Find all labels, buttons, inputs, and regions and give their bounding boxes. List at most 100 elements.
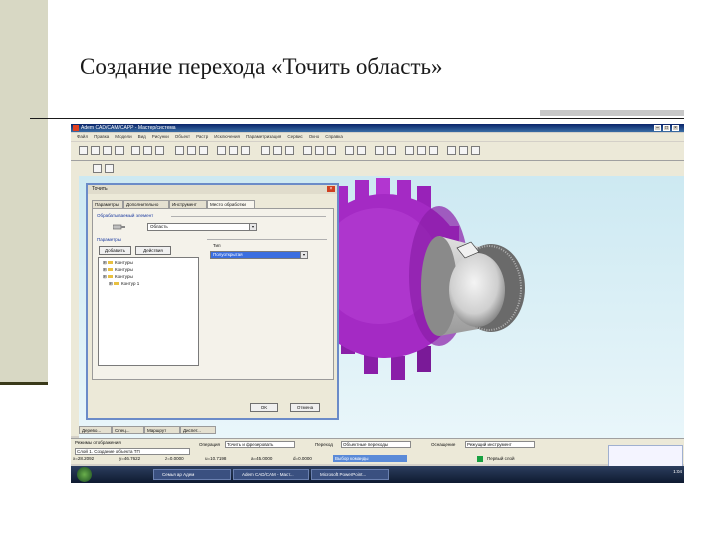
wireframe-icon[interactable] bbox=[357, 146, 366, 155]
menu-item[interactable]: Параметризация bbox=[246, 134, 281, 139]
dialog-title: Точить bbox=[92, 186, 108, 192]
tree-item[interactable]: ⊞ Контуры bbox=[103, 274, 133, 280]
layers-icon[interactable] bbox=[217, 146, 226, 155]
start-button[interactable] bbox=[77, 467, 92, 482]
close-button[interactable]: × bbox=[672, 125, 679, 131]
measure-icon[interactable] bbox=[375, 146, 384, 155]
simulate-icon[interactable] bbox=[459, 146, 468, 155]
coord-u: u=10.7198 bbox=[205, 456, 227, 461]
tab-machining-place[interactable]: Место обработки bbox=[207, 200, 255, 208]
machined-element-select[interactable]: Область ▾ bbox=[147, 223, 257, 231]
window-title: Adem CAD/CAM/CAPP - Мастер/система bbox=[81, 125, 176, 131]
actions-button[interactable]: Действия bbox=[135, 246, 171, 255]
menu-item[interactable]: Правка bbox=[94, 134, 109, 139]
tab-dispatcher[interactable]: Диспет... bbox=[180, 426, 216, 434]
paste-icon[interactable] bbox=[155, 146, 164, 155]
menu-item[interactable]: Сервис bbox=[287, 134, 302, 139]
tab-tool[interactable]: Инструмент bbox=[169, 200, 207, 208]
folder-icon bbox=[108, 275, 114, 279]
coord-y: y=46.7622 bbox=[119, 456, 141, 461]
menu-item[interactable]: Растр bbox=[196, 134, 208, 139]
transition-field[interactable]: Объектные переходы bbox=[341, 441, 411, 448]
type-label: Тип bbox=[213, 243, 221, 248]
grid-icon[interactable] bbox=[229, 146, 238, 155]
add-button[interactable]: Добавить bbox=[99, 246, 131, 255]
projection-icon[interactable] bbox=[105, 164, 114, 173]
coord-x: x=28.2092 bbox=[73, 456, 95, 461]
redo-icon[interactable] bbox=[199, 146, 208, 155]
menu-bar: Файл Правка Модели Вид Рисунки Объект Растр Иск… bbox=[71, 133, 684, 141]
zoom-fit-icon[interactable] bbox=[285, 146, 294, 155]
tree-item[interactable]: ⊞ Контуры bbox=[103, 260, 133, 266]
type-value: Полуоткрытая bbox=[213, 252, 243, 257]
window-titlebar: Adem CAD/CAM/CAPP - Мастер/система – □ × bbox=[71, 124, 684, 132]
slide-decoration-bar bbox=[0, 0, 48, 385]
menu-item[interactable]: Справка bbox=[325, 134, 343, 139]
contour-tree: ⊞ Контуры ⊞ Контуры ⊞ Контуры ⊞ Контур 1 bbox=[98, 257, 199, 366]
info-icon[interactable] bbox=[387, 146, 396, 155]
taskbar-item[interactable]: Microsoft PowerPoint... bbox=[311, 469, 389, 480]
cut-icon[interactable] bbox=[131, 146, 140, 155]
params-label: Параметры bbox=[97, 237, 121, 242]
tab-spec[interactable]: Спец... bbox=[112, 426, 144, 434]
operation-icon[interactable] bbox=[417, 146, 426, 155]
title-divider bbox=[30, 118, 684, 119]
help-icon[interactable] bbox=[471, 146, 480, 155]
save-icon[interactable] bbox=[103, 146, 112, 155]
clock: 1:04 bbox=[673, 469, 682, 474]
tree-item[interactable]: ⊞ Контуры bbox=[103, 267, 133, 273]
machined-element-value: Область bbox=[150, 224, 168, 229]
menu-item[interactable]: Вид bbox=[138, 134, 146, 139]
new-file-icon[interactable] bbox=[79, 146, 88, 155]
menu-item[interactable]: Файл bbox=[77, 134, 88, 139]
zoom-out-icon[interactable] bbox=[273, 146, 282, 155]
shade-icon[interactable] bbox=[345, 146, 354, 155]
cancel-button[interactable]: Отмена bbox=[290, 403, 320, 412]
coord-a: a=45.0000 bbox=[251, 456, 273, 461]
print-icon[interactable] bbox=[115, 146, 124, 155]
layer-field[interactable]: Слой 1. Создание объекта ТП bbox=[75, 448, 190, 455]
menu-item[interactable]: Рисунки bbox=[152, 134, 169, 139]
open-file-icon[interactable] bbox=[91, 146, 100, 155]
undo-icon[interactable] bbox=[187, 146, 196, 155]
command-prompt: Выбор команды bbox=[333, 455, 407, 462]
tree-item[interactable]: ⊞ Контур 1 bbox=[109, 281, 139, 287]
taskbar-item[interactable]: Семья ар Адем bbox=[153, 469, 231, 480]
view-mode-icon[interactable] bbox=[93, 164, 102, 173]
tab-parameters[interactable]: Параметры bbox=[92, 200, 123, 208]
copy-icon[interactable] bbox=[143, 146, 152, 155]
status-bar: Режимы отображения Слой 1. Создание объе… bbox=[71, 438, 684, 464]
select-icon[interactable] bbox=[175, 146, 184, 155]
tab-tree[interactable]: Дерево... bbox=[79, 426, 112, 434]
snap-icon[interactable] bbox=[241, 146, 250, 155]
menu-item[interactable]: Модели bbox=[115, 134, 131, 139]
divider bbox=[171, 216, 326, 217]
taskbar-item[interactable]: Adem CAD/CAM - Маст... bbox=[233, 469, 309, 480]
turn-dialog: Точить × Параметры Дополнительно Инструм… bbox=[86, 183, 339, 420]
folder-icon bbox=[108, 261, 114, 265]
dialog-titlebar: Точить × bbox=[88, 185, 337, 194]
tab-route[interactable]: Маршрут bbox=[144, 426, 180, 434]
menu-item[interactable]: Окно bbox=[309, 134, 319, 139]
tool-icon[interactable] bbox=[405, 146, 414, 155]
view-icon[interactable] bbox=[327, 146, 336, 155]
transition-icon[interactable] bbox=[429, 146, 438, 155]
tab-additional[interactable]: Дополнительно bbox=[123, 200, 169, 208]
menu-item[interactable]: Объект bbox=[175, 134, 190, 139]
menu-item[interactable]: Исключения bbox=[214, 134, 240, 139]
equipment-field[interactable]: Режущий инструмент bbox=[465, 441, 535, 448]
dialog-close-button[interactable]: × bbox=[327, 186, 335, 192]
slide-decoration-line bbox=[0, 382, 48, 385]
operation-field[interactable]: Точить и фрезеровать bbox=[225, 441, 295, 448]
rotate-icon[interactable] bbox=[303, 146, 312, 155]
zoom-in-icon[interactable] bbox=[261, 146, 270, 155]
ok-button[interactable]: OK bbox=[250, 403, 278, 412]
type-select[interactable]: Полуоткрытая ▾ bbox=[210, 251, 308, 259]
chevron-down-icon: ▾ bbox=[249, 224, 256, 230]
minimize-button[interactable]: – bbox=[654, 125, 661, 131]
maximize-button[interactable]: □ bbox=[663, 125, 670, 131]
decorative-strip bbox=[540, 110, 684, 116]
program-icon[interactable] bbox=[447, 146, 456, 155]
pan-icon[interactable] bbox=[315, 146, 324, 155]
element-type-icon bbox=[113, 224, 125, 230]
